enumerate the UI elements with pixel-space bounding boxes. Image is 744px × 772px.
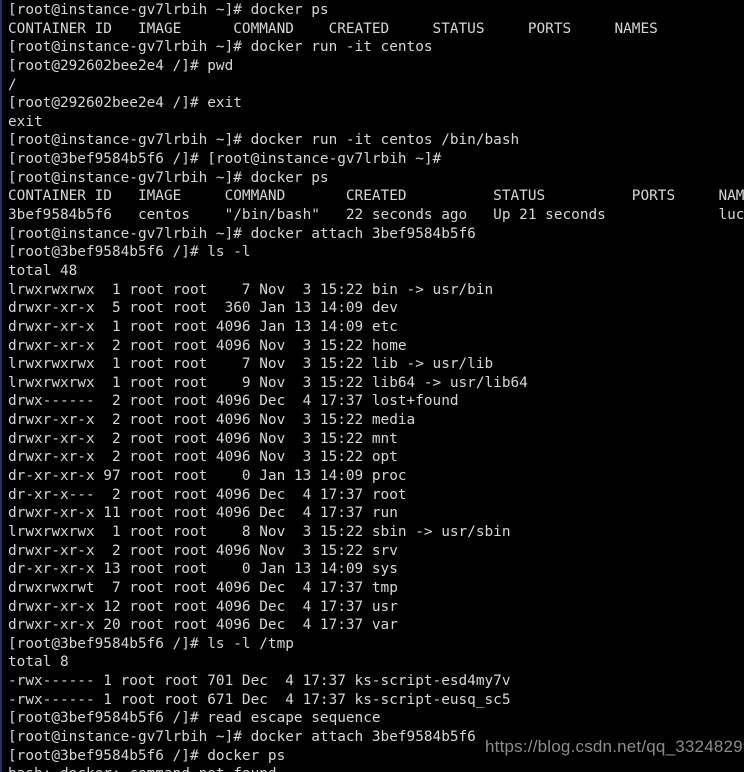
terminal-line: -rwx------ 1 root root 701 Dec 4 17:37 k… [8, 673, 511, 690]
terminal-line: exit [8, 113, 43, 130]
terminal-line: drwxr-xr-x 2 root root 4096 Nov 3 15:22 … [8, 337, 407, 354]
terminal-line: CONTAINER ID IMAGE COMMAND CREATED STATU… [8, 20, 658, 37]
terminal-line: lrwxrwxrwx 1 root root 7 Nov 3 15:22 bin… [8, 281, 494, 298]
terminal-line: dr-xr-xr-x 13 root root 0 Jan 13 14:09 s… [8, 561, 398, 578]
terminal-line: [root@instance-gv7lrbih ~]# docker run -… [8, 132, 520, 149]
terminal-line: [root@3bef9584b5f6 /]# [root@instance-gv… [8, 151, 442, 168]
terminal-line: dr-xr-xr-x 97 root root 0 Jan 13 14:09 p… [8, 468, 407, 485]
terminal-line: drwxr-xr-x 20 root root 4096 Dec 4 17:37… [8, 617, 398, 634]
terminal-line: -rwx------ 1 root root 671 Dec 4 17:37 k… [8, 691, 511, 708]
terminal-line: lrwxrwxrwx 1 root root 8 Nov 3 15:22 sbi… [8, 523, 511, 540]
terminal-line: [root@instance-gv7lrbih ~]# docker attac… [8, 225, 476, 242]
terminal-line: drwxr-xr-x 2 root root 4096 Nov 3 15:22 … [8, 412, 416, 429]
terminal-line: CONTAINER ID IMAGE COMMAND CREATED STATU… [8, 188, 744, 205]
terminal-line: drwxr-xr-x 1 root root 4096 Jan 13 14:09… [8, 318, 398, 335]
terminal-line: total 48 [8, 262, 78, 279]
terminal-line: drwxr-xr-x 2 root root 4096 Nov 3 15:22 … [8, 449, 398, 466]
terminal-line: drwxrwxrwt 7 root root 4096 Dec 4 17:37 … [8, 579, 398, 596]
terminal-line: drwx------ 2 root root 4096 Dec 4 17:37 … [8, 393, 459, 410]
terminal-line: / [8, 76, 17, 93]
terminal-line: lrwxrwxrwx 1 root root 9 Nov 3 15:22 lib… [8, 374, 528, 391]
terminal-line: [root@instance-gv7lrbih ~]# docker ps [8, 169, 329, 186]
terminal-line: [root@292602bee2e4 /]# pwd [8, 57, 234, 74]
terminal-line: drwxr-xr-x 2 root root 4096 Nov 3 15:22 … [8, 430, 398, 447]
terminal-line: drwxr-xr-x 11 root root 4096 Dec 4 17:37… [8, 505, 398, 522]
terminal-line: dr-xr-x--- 2 root root 4096 Dec 4 17:37 … [8, 486, 407, 503]
terminal-line: lrwxrwxrwx 1 root root 7 Nov 3 15:22 lib… [8, 356, 494, 373]
terminal-line: [root@3bef9584b5f6 /]# ls -l /tmp [8, 635, 294, 652]
terminal-line: [root@instance-gv7lrbih ~]# docker ps [8, 2, 329, 18]
terminal-line: drwxr-xr-x 2 root root 4096 Nov 3 15:22 … [8, 542, 398, 559]
terminal-line: bash: docker: command not found [8, 765, 744, 772]
terminal-line: drwxr-xr-x 5 root root 360 Jan 13 14:09 … [8, 300, 398, 317]
terminal-line: [root@3bef9584b5f6 /]# docker ps [8, 747, 286, 764]
terminal-line: [root@instance-gv7lrbih ~]# docker run -… [8, 39, 433, 56]
terminal-line: total 8 [8, 654, 69, 671]
terminal-line: [root@3bef9584b5f6 /]# ls -l [8, 244, 251, 261]
terminal-window[interactable]: [root@instance-gv7lrbih ~]# docker ps CON… [0, 0, 744, 772]
terminal-line: drwxr-xr-x 12 root root 4096 Dec 4 17:37… [8, 598, 398, 615]
terminal-output-area[interactable]: [root@instance-gv7lrbih ~]# docker ps CON… [2, 0, 744, 772]
terminal-line: [root@292602bee2e4 /]# exit [8, 95, 242, 112]
terminal-line: [root@3bef9584b5f6 /]# read escape seque… [8, 710, 381, 727]
terminal-line: [root@instance-gv7lrbih ~]# docker attac… [8, 728, 476, 745]
terminal-line: 3bef9584b5f6 centos "/bin/bash" 22 secon… [8, 207, 744, 224]
